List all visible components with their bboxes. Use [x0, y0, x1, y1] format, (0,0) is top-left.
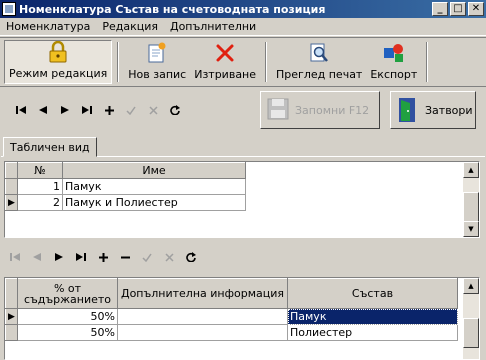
cell-no[interactable]: 1 — [17, 178, 63, 195]
menu-bar: Номенклатура Редакция Допълнителни — [0, 18, 486, 36]
menu-edit[interactable]: Редакция — [96, 20, 164, 33]
export-button[interactable]: Експорт — [366, 40, 421, 84]
maximize-button[interactable]: □ — [450, 2, 466, 16]
close-button[interactable]: Затвори — [390, 91, 476, 129]
toolbar-separator — [265, 42, 268, 82]
minimize-button[interactable]: _ — [432, 2, 448, 16]
row-indicator — [5, 324, 18, 341]
close-window-button[interactable]: ✕ — [468, 2, 484, 16]
table-row[interactable]: 1 Памук — [5, 178, 246, 195]
insert-record-icon[interactable] — [92, 248, 114, 266]
top-grid[interactable]: № Име 1 Памук ▶ 2 Памук и Полиестер ▲ ▼ — [4, 161, 480, 238]
table-row[interactable]: ▶ 50% Памук — [5, 308, 458, 325]
cell-no[interactable]: 2 — [17, 194, 63, 211]
table-row[interactable]: 50% Полиестер — [5, 324, 458, 341]
top-grid-header-row: № Име — [5, 162, 246, 179]
refresh-icon[interactable] — [164, 101, 186, 119]
bottom-grid-table: % от съдържанието Допълнителна информаци… — [5, 278, 458, 341]
new-record-label: Нов запис — [128, 68, 187, 81]
top-grid-table: № Име 1 Памук ▶ 2 Памук и Полиестер — [5, 162, 246, 211]
column-header-percent[interactable]: % от съдържанието — [17, 278, 118, 309]
bottom-grid[interactable]: % от съдържанието Допълнителна информаци… — [4, 277, 480, 360]
window-title: Номенклатура Състав на счетоводната пози… — [19, 2, 326, 16]
lock-icon — [47, 41, 69, 63]
app-icon — [2, 2, 16, 16]
menu-additional[interactable]: Допълнителни — [164, 20, 262, 33]
cell-name[interactable]: Памук и Полиестер — [62, 194, 246, 211]
cell-composition[interactable]: Памук — [287, 308, 458, 325]
delete-label: Изтриване — [194, 68, 257, 81]
delete-x-icon — [214, 42, 236, 64]
column-header-no[interactable]: № — [17, 162, 63, 179]
row-indicator-header — [5, 162, 18, 179]
scroll-up-icon[interactable]: ▲ — [463, 278, 479, 294]
cell-info[interactable] — [117, 308, 288, 325]
export-icon — [383, 42, 405, 64]
toolbar: Режим редакция Нов запис Изтриване Прегл… — [0, 37, 486, 87]
last-record-icon[interactable] — [70, 248, 92, 266]
column-header-info[interactable]: Допълнителна информация — [117, 278, 288, 309]
cell-composition[interactable]: Полиестер — [287, 324, 458, 341]
bottom-grid-scrollbar[interactable]: ▲ — [463, 278, 479, 359]
title-bar: Номенклатура Състав на счетоводната пози… — [0, 0, 486, 18]
cancel-x-icon[interactable] — [142, 101, 164, 119]
last-record-icon[interactable] — [76, 101, 98, 119]
insert-record-icon[interactable] — [98, 101, 120, 119]
print-preview-button[interactable]: Преглед печат — [272, 40, 366, 84]
print-preview-icon — [308, 42, 330, 64]
door-exit-icon — [397, 97, 419, 123]
scroll-thumb[interactable] — [463, 192, 479, 222]
next-record-icon[interactable] — [54, 101, 76, 119]
print-preview-label: Преглед печат — [276, 68, 363, 81]
cancel-x-icon[interactable] — [158, 248, 180, 266]
top-grid-scrollbar[interactable]: ▲ ▼ — [463, 162, 479, 237]
post-check-icon[interactable] — [120, 101, 142, 119]
column-header-name[interactable]: Име — [62, 162, 246, 179]
bottom-grid-header-row: % от съдържанието Допълнителна информаци… — [5, 278, 458, 309]
cell-percent[interactable]: 50% — [17, 308, 118, 325]
current-row-arrow-icon: ▶ — [5, 194, 18, 211]
delete-record-icon[interactable] — [114, 248, 136, 266]
table-row[interactable]: ▶ 2 Памук и Полиестер — [5, 194, 246, 211]
navigator-bottom — [4, 248, 202, 266]
post-check-icon[interactable] — [136, 248, 158, 266]
delete-button[interactable]: Изтриване — [190, 40, 260, 84]
cell-info[interactable] — [117, 324, 288, 341]
row-indicator — [5, 178, 18, 195]
next-record-icon[interactable] — [48, 248, 70, 266]
first-record-icon[interactable] — [4, 248, 26, 266]
refresh-icon[interactable] — [180, 248, 202, 266]
prior-record-icon[interactable] — [32, 101, 54, 119]
cell-percent[interactable]: 50% — [17, 324, 118, 341]
current-row-arrow-icon: ▶ — [5, 308, 18, 325]
tab-table-view[interactable]: Табличен вид — [3, 137, 97, 157]
edit-mode-label: Режим редакция — [9, 67, 108, 80]
new-record-button[interactable]: Нов запис — [124, 40, 190, 84]
toolbar-separator — [117, 42, 120, 82]
toolbar-separator — [426, 42, 429, 82]
column-header-composition[interactable]: Състав — [287, 278, 458, 309]
first-record-icon[interactable] — [10, 101, 32, 119]
save-label: Запомни F12 — [295, 103, 370, 117]
menu-nomenclature[interactable]: Номенклатура — [0, 20, 96, 33]
scroll-down-icon[interactable]: ▼ — [463, 221, 479, 237]
cell-name[interactable]: Памук — [62, 178, 246, 195]
prior-record-icon[interactable] — [26, 248, 48, 266]
scroll-up-icon[interactable]: ▲ — [463, 162, 479, 178]
export-label: Експорт — [370, 68, 418, 81]
tab-label: Табличен вид — [10, 140, 90, 154]
edit-mode-button[interactable]: Режим редакция — [4, 40, 113, 84]
save-button[interactable]: Запомни F12 — [260, 91, 380, 129]
row-indicator-header — [5, 278, 18, 309]
new-document-icon — [146, 42, 168, 64]
navigator-top — [10, 101, 186, 119]
scroll-thumb[interactable] — [463, 318, 479, 348]
close-label: Затвори — [425, 103, 473, 117]
floppy-disk-icon — [267, 97, 289, 123]
